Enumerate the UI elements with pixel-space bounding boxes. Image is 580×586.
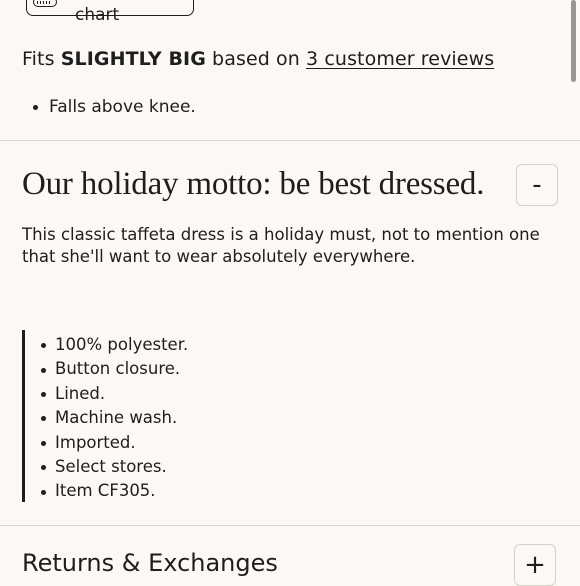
details-accent-bar [22,330,25,502]
section-title-returns[interactable]: Returns & Exchanges [22,549,278,577]
detail-item: Item CF305. [40,479,188,503]
section-divider [0,525,580,526]
fit-summary: Fits SLIGHTLY BIG based on 3 customer re… [22,48,494,70]
fit-notes-list: Falls above knee. [32,97,196,117]
view-size-chart-button[interactable]: View size chart [26,0,194,25]
customer-reviews-link[interactable]: 3 customer reviews [306,48,494,70]
detail-item: Lined. [40,382,188,406]
section-divider [0,140,580,141]
detail-item: 100% polyester. [40,333,188,357]
size-chart-label: View size chart [75,0,154,25]
fit-middle: based on [212,48,300,70]
product-description: This classic taffeta dress is a holiday … [22,225,540,266]
detail-item: Machine wash. [40,406,188,430]
scrollbar-thumb[interactable] [571,0,576,82]
fit-prefix: Fits [22,48,55,70]
section-title-motto: Our holiday motto: be best dressed. [22,166,485,202]
fit-note: Falls above knee. [32,97,196,117]
collapse-toggle-button[interactable]: - [516,164,558,206]
ruler-icon [33,0,57,7]
detail-item: Imported. [40,431,188,455]
detail-item: Button closure. [40,357,188,381]
fit-verdict: SLIGHTLY BIG [60,48,206,70]
detail-item: Select stores. [40,455,188,479]
product-details-list: 100% polyester. Button closure. Lined. M… [40,333,188,504]
